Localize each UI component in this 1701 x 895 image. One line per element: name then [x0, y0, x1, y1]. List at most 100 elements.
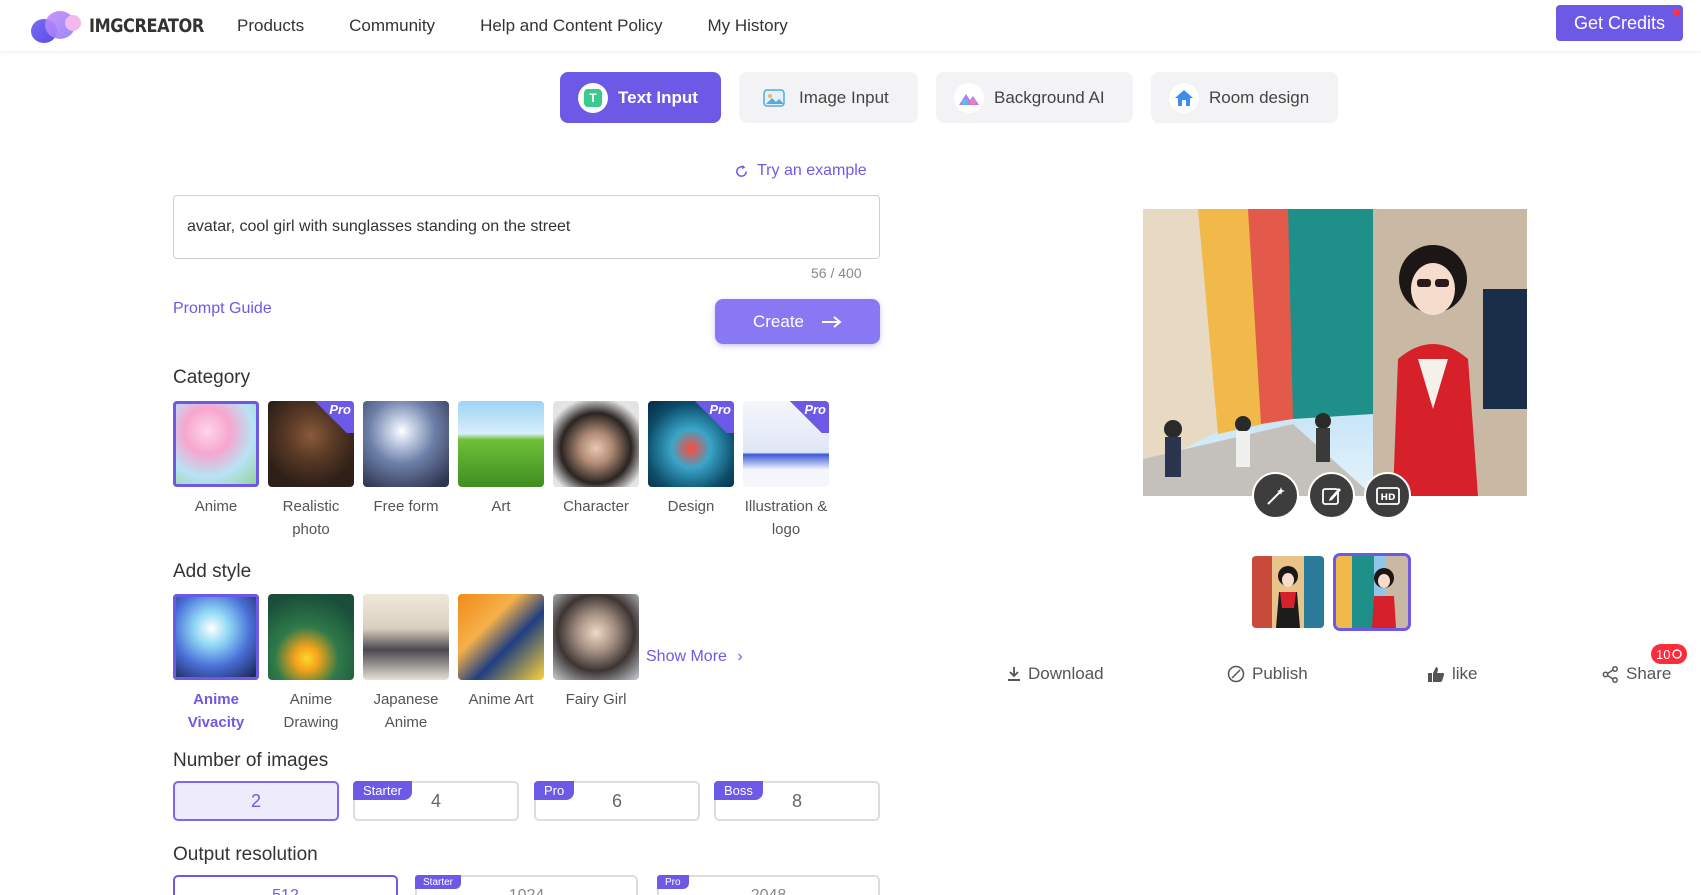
tier-tag: Starter	[353, 781, 413, 800]
style-japanese-anime[interactable]: Japanese Anime	[363, 594, 449, 734]
create-button[interactable]: Create	[715, 299, 880, 344]
style-anime-art[interactable]: Anime Art	[458, 594, 544, 711]
style-fairy-girl[interactable]: Fairy Girl	[553, 594, 639, 711]
share-badge-count: 10	[1656, 646, 1671, 662]
res-value: 1024	[509, 887, 545, 895]
top-header: IMGCREATOR Products Community Help and C…	[0, 0, 1701, 51]
result-thumbnail-2[interactable]	[1333, 553, 1411, 631]
res-value: 512	[272, 887, 299, 895]
svg-text:HD: HD	[1380, 493, 1395, 503]
get-credits-label: Get Credits	[1573, 12, 1666, 33]
pro-tag: Pro	[783, 401, 829, 433]
category-label: Anime	[194, 498, 238, 515]
tab-image-input[interactable]: Image Input	[739, 72, 918, 123]
category-art[interactable]: Art	[458, 401, 544, 518]
wand-icon	[1266, 486, 1285, 505]
category-title: Category	[173, 367, 251, 388]
result-thumbnail-1[interactable]	[1252, 556, 1324, 628]
edit-button[interactable]	[1308, 472, 1355, 519]
category-realistic-photo[interactable]: Pro Realistic photo	[268, 401, 354, 541]
num-images-option-2[interactable]: 2	[173, 781, 339, 821]
category-label: Free form	[373, 498, 439, 515]
category-label: Design	[667, 498, 715, 515]
category-label: Character	[563, 498, 629, 515]
tab-label: Text Input	[618, 87, 698, 107]
show-more-link[interactable]: Show More ›	[646, 648, 743, 666]
prompt-guide-link[interactable]: Prompt Guide	[173, 300, 272, 318]
num-images-option-4[interactable]: Starter 4	[353, 781, 519, 821]
thumbs-up-icon	[1428, 666, 1445, 682]
nav-products[interactable]: Products	[237, 16, 304, 36]
style-thumb	[553, 594, 639, 680]
category-character[interactable]: Character	[553, 401, 639, 518]
logo[interactable]: IMGCREATOR	[31, 9, 224, 43]
chevron-right-icon: ›	[737, 648, 743, 665]
house-icon	[1169, 82, 1199, 113]
category-thumb: Pro	[268, 401, 354, 487]
style-thumb	[268, 594, 354, 680]
thumbnail-image	[1336, 556, 1408, 628]
tab-text-input[interactable]: T Text Input	[560, 72, 721, 123]
num-value: 6	[611, 790, 622, 811]
download-label: Download	[1028, 664, 1104, 683]
tab-background-ai[interactable]: Background AI	[936, 72, 1133, 123]
category-design[interactable]: Pro Design	[648, 401, 734, 518]
num-images-option-8[interactable]: Boss 8	[714, 781, 880, 821]
style-thumb	[458, 594, 544, 680]
prompt-input[interactable]: avatar, cool girl with sunglasses standi…	[173, 195, 880, 259]
category-free-form[interactable]: Free form	[363, 401, 449, 518]
text-input-icon: T	[578, 82, 608, 113]
get-credits-button[interactable]: Get Credits	[1556, 5, 1683, 41]
download-icon	[1008, 667, 1020, 681]
category-thumb: Pro	[743, 401, 829, 487]
tab-label: Image Input	[799, 87, 889, 107]
nav-my-history[interactable]: My History	[707, 16, 787, 36]
share-button[interactable]: Share	[1602, 664, 1671, 684]
char-counter: 56 / 400	[811, 265, 862, 281]
category-thumb	[173, 401, 259, 487]
style-anime-vivacity[interactable]: Anime Vivacity	[173, 594, 259, 734]
style-label: Anime Vivacity	[187, 691, 245, 731]
resolution-option-2048[interactable]: Pro 2048	[657, 875, 880, 895]
tier-tag: Pro	[534, 781, 575, 800]
number-of-images-title: Number of images	[173, 750, 329, 771]
num-images-option-6[interactable]: Pro 6	[534, 781, 700, 821]
resolution-option-1024[interactable]: Starter 1024	[415, 875, 638, 895]
style-thumb	[363, 594, 449, 680]
category-thumb: Pro	[648, 401, 734, 487]
share-reward-badge: 10	[1651, 644, 1688, 664]
category-illustration-logo[interactable]: Pro Illustration & logo	[743, 401, 829, 541]
try-example-link[interactable]: Try an example	[734, 162, 867, 180]
style-anime-drawing[interactable]: Anime Drawing	[268, 594, 354, 734]
tab-room-design[interactable]: Room design	[1151, 72, 1338, 123]
publish-icon	[1227, 665, 1245, 683]
category-label: Art	[491, 498, 511, 515]
generated-image-preview[interactable]	[1143, 209, 1527, 496]
style-label: Anime Drawing	[283, 691, 339, 731]
num-value: 4	[430, 790, 441, 811]
resolution-option-512[interactable]: 512	[173, 875, 398, 895]
share-icon	[1602, 665, 1618, 683]
download-button[interactable]: Download	[1007, 664, 1104, 684]
image-icon	[759, 83, 789, 113]
category-thumb	[553, 401, 639, 487]
prompt-value: avatar, cool girl with sunglasses standi…	[187, 218, 571, 235]
background-ai-icon	[954, 82, 984, 113]
style-label: Japanese Anime	[373, 691, 439, 731]
category-thumb	[363, 401, 449, 487]
pro-tag: Pro	[308, 401, 354, 433]
tab-label: Room design	[1209, 87, 1310, 107]
style-label: Anime Art	[468, 691, 534, 708]
hd-upscale-button[interactable]: HD	[1364, 472, 1411, 519]
style-title: Add style	[173, 561, 252, 582]
style-label: Fairy Girl	[565, 691, 627, 708]
tier-tag: Pro	[657, 875, 689, 889]
nav-help-content-policy[interactable]: Help and Content Policy	[480, 16, 662, 36]
like-button[interactable]: like	[1427, 664, 1478, 684]
publish-button[interactable]: Publish	[1227, 664, 1308, 684]
edit-icon	[1321, 487, 1341, 505]
category-anime[interactable]: Anime	[173, 401, 259, 518]
create-label: Create	[752, 311, 805, 331]
nav-community[interactable]: Community	[349, 16, 435, 36]
magic-wand-button[interactable]	[1252, 472, 1299, 519]
